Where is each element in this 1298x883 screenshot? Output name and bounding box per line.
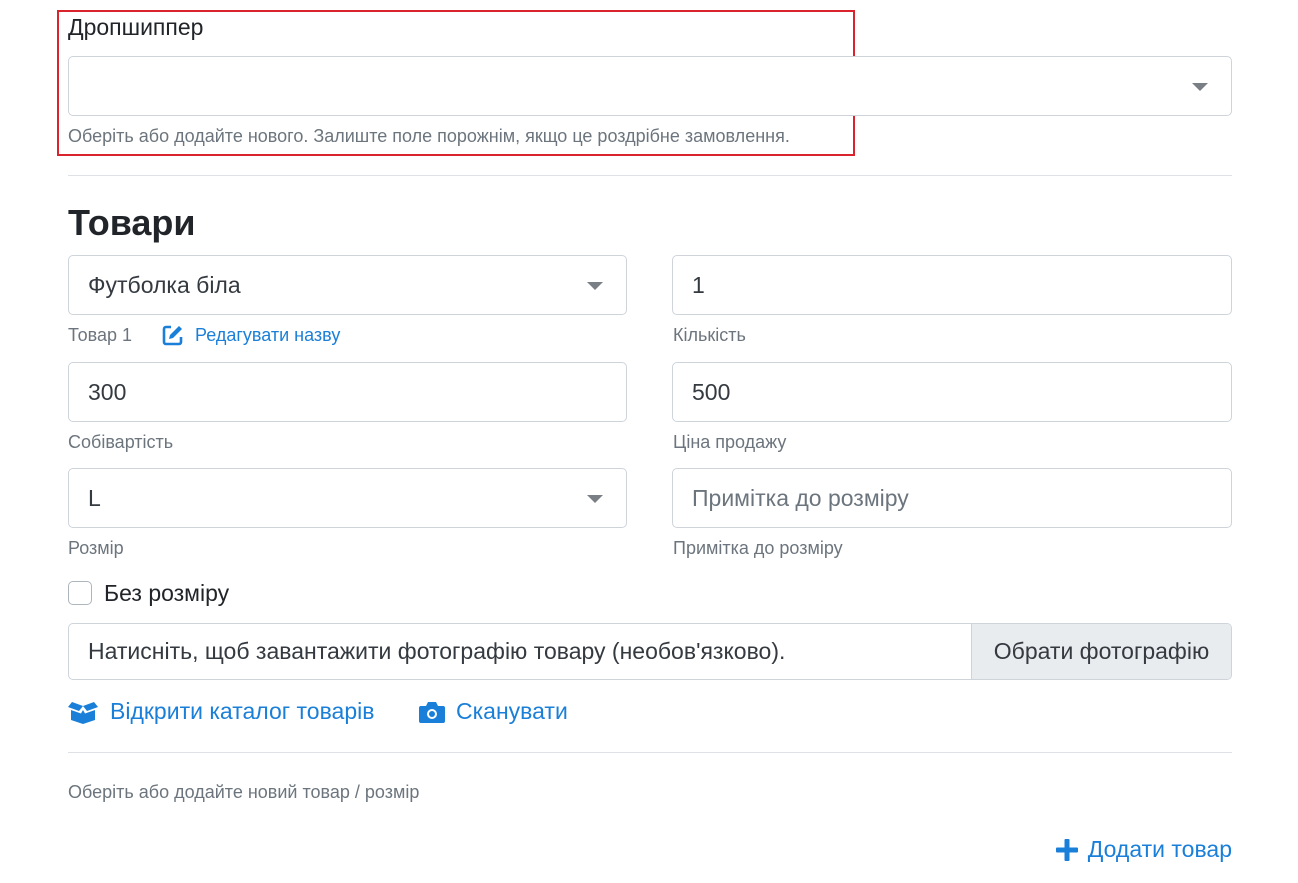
product-value: Футболка біла: [88, 271, 241, 298]
no-size-checkbox[interactable]: [68, 581, 92, 605]
cost-label: Собівартість: [68, 432, 174, 452]
section-title-products: Товари: [68, 202, 196, 243]
sale-price-value: 500: [692, 378, 731, 405]
photo-upload-text: Натисніть, щоб завантажити фотографію то…: [88, 638, 786, 664]
box-open-icon: [68, 700, 98, 724]
edit-name-label: Редагувати назву: [195, 324, 341, 345]
product-select[interactable]: Футболка біла: [68, 255, 627, 315]
size-select[interactable]: L: [68, 468, 627, 528]
dropshipper-select[interactable]: [68, 56, 1232, 116]
choose-photo-button[interactable]: Обрати фотографію: [971, 624, 1231, 679]
photo-upload[interactable]: Натисніть, щоб завантажити фотографію то…: [68, 623, 1232, 680]
divider: [68, 175, 1232, 176]
size-note-placeholder: Примітка до розміру: [692, 484, 909, 511]
no-size-label: Без розміру: [104, 580, 230, 606]
add-product-help: Оберіть або додайте новий товар / розмір: [68, 782, 420, 802]
cost-input[interactable]: 300: [68, 362, 627, 422]
open-catalog-link[interactable]: Відкрити каталог товарів: [68, 698, 374, 725]
sale-price-input[interactable]: 500: [672, 362, 1232, 422]
open-catalog-label: Відкрити каталог товарів: [110, 698, 375, 724]
scan-label: Сканувати: [456, 698, 568, 724]
dropshipper-help: Оберіть або додайте нового. Залиште поле…: [68, 126, 790, 146]
quantity-input[interactable]: 1: [672, 255, 1232, 315]
size-value: L: [88, 484, 101, 511]
sale-price-label: Ціна продажу: [673, 432, 787, 452]
edit-name-link[interactable]: Редагувати назву: [162, 324, 340, 346]
cost-value: 300: [88, 378, 127, 405]
size-note-input[interactable]: Примітка до розміру: [672, 468, 1232, 528]
size-label: Розмір: [68, 538, 124, 558]
quantity-value: 1: [692, 271, 705, 298]
chevron-down-icon: [1192, 83, 1208, 91]
product-label: Товар 1: [68, 325, 132, 345]
divider: [68, 752, 1232, 753]
quantity-label: Кількість: [673, 325, 746, 345]
scan-link[interactable]: Сканувати: [419, 698, 568, 725]
chevron-down-icon: [587, 495, 603, 503]
edit-icon: [162, 324, 184, 346]
add-product-button[interactable]: Додати товар: [1055, 836, 1232, 863]
dropshipper-label: Дропшиппер: [68, 14, 204, 40]
size-note-label: Примітка до розміру: [673, 538, 843, 558]
camera-icon: [419, 701, 445, 723]
plus-icon: [1055, 838, 1078, 861]
add-product-label: Додати товар: [1087, 836, 1232, 862]
chevron-down-icon: [587, 282, 603, 290]
